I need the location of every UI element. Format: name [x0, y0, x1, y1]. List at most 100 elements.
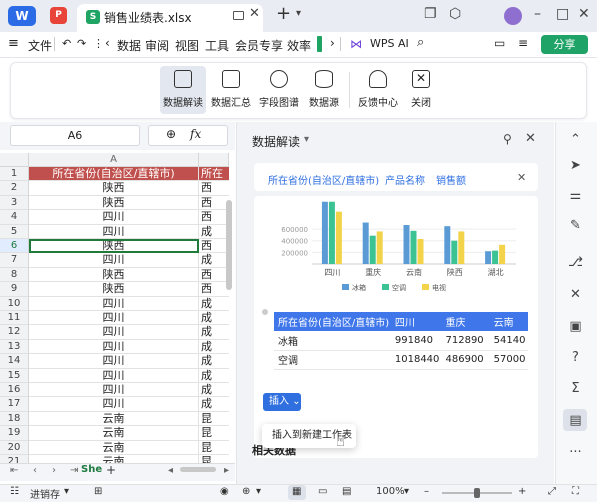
- eye-icon[interactable]: ◉: [220, 486, 229, 497]
- tools-icon[interactable]: ✕: [568, 287, 583, 302]
- prev-sheet-icon[interactable]: ‹: [33, 465, 37, 476]
- help-icon[interactable]: ?: [568, 350, 583, 365]
- zoom-in-icon[interactable]: +: [518, 486, 526, 497]
- table-cell[interactable]: 陕西: [29, 181, 199, 196]
- table-cell[interactable]: 昆: [199, 455, 229, 463]
- pdf-icon[interactable]: P: [50, 7, 67, 24]
- pin-icon[interactable]: ⚲: [503, 132, 512, 146]
- zoom-slider-thumb[interactable]: [474, 488, 480, 498]
- row-header[interactable]: 16: [0, 383, 29, 398]
- sum-icon[interactable]: Σ: [568, 381, 583, 396]
- row-header[interactable]: 17: [0, 397, 29, 412]
- table-cell[interactable]: 四川: [29, 296, 199, 311]
- table-cell[interactable]: 昆: [199, 441, 229, 455]
- chevron-down-icon[interactable]: ▾: [64, 486, 69, 497]
- close-tab-icon[interactable]: ✕: [249, 6, 260, 21]
- ai-icon[interactable]: ⋈: [350, 37, 362, 51]
- next-sheet-icon[interactable]: ›: [52, 465, 56, 476]
- fit-screen-icon[interactable]: ⤢: [548, 486, 556, 497]
- sheet-grid[interactable]: A 1 所在省份(自治区/直辖市) 所在 2 陕西西 3 陕西西 4 四川西 5 四川成 6 陕西西 7 四…: [0, 153, 235, 463]
- table-cell[interactable]: 四川: [29, 383, 199, 398]
- vertical-scrollbar[interactable]: [226, 200, 232, 290]
- chevron-down-icon[interactable]: ▾: [256, 486, 261, 497]
- table-cell[interactable]: 陕西: [29, 282, 199, 297]
- table-cell[interactable]: 四川: [29, 397, 199, 412]
- cube-icon[interactable]: ⬡: [449, 6, 461, 22]
- add-sheet-button[interactable]: +: [106, 463, 116, 477]
- table-cell[interactable]: 成: [199, 325, 229, 340]
- row-header[interactable]: 4: [0, 210, 29, 225]
- menu-file[interactable]: 文件: [28, 37, 52, 54]
- comment-icon[interactable]: ▭: [494, 36, 505, 50]
- table-cell[interactable]: 四川: [29, 311, 199, 326]
- table-cell[interactable]: 昆: [199, 426, 229, 441]
- ribbon-data-summary-button[interactable]: 数据汇总: [208, 66, 254, 114]
- bar-chart[interactable]: 600000 400000 200000 四川 重庆 云南 陕西 湖北冰箱 空调 电视: [254, 196, 538, 306]
- table-cell[interactable]: 成: [199, 311, 229, 326]
- table-cell[interactable]: 四川: [29, 368, 199, 383]
- sliders-icon[interactable]: ⚌: [568, 188, 583, 203]
- chevron-up-icon[interactable]: ⌃: [568, 132, 583, 147]
- table-cell[interactable]: 四川: [29, 253, 199, 268]
- fx-icon[interactable]: fx: [190, 127, 201, 141]
- field-province[interactable]: 所在省份(自治区/直辖市): [268, 172, 379, 187]
- zoom-level[interactable]: 100%: [376, 486, 405, 497]
- table-cell[interactable]: 云南: [29, 426, 199, 441]
- table-cell[interactable]: 西: [199, 210, 229, 225]
- row-header[interactable]: 1: [0, 167, 29, 182]
- menu-efficiency[interactable]: 效率: [287, 37, 311, 54]
- active-cell[interactable]: 陕西: [29, 239, 199, 254]
- row-header[interactable]: 13: [0, 339, 29, 355]
- row-header[interactable]: 15: [0, 368, 29, 383]
- close-window-icon[interactable]: ✕: [578, 6, 590, 22]
- close-panel-icon[interactable]: ✕: [525, 131, 536, 146]
- row-header[interactable]: 5: [0, 224, 29, 239]
- page-break-icon[interactable]: ▤: [342, 486, 351, 497]
- insert-button[interactable]: 插入 ⌄: [263, 393, 301, 411]
- format-icon[interactable]: ⎇: [568, 255, 583, 270]
- page-layout-icon[interactable]: ▭: [318, 486, 327, 497]
- column-header-b[interactable]: [199, 153, 229, 167]
- table-cell[interactable]: 四川: [29, 325, 199, 340]
- table-cell[interactable]: 成: [199, 369, 229, 383]
- panel-title-chevron-icon[interactable]: ▾: [304, 134, 309, 145]
- hscroll-right-icon[interactable]: ▸: [224, 465, 229, 476]
- column-header-a[interactable]: A: [29, 153, 199, 167]
- undo-icon[interactable]: ↶: [62, 37, 71, 50]
- ribbon-data-source-button[interactable]: 数据源: [301, 66, 347, 114]
- inventory-icon[interactable]: ☷: [10, 486, 19, 497]
- clear-fields-icon[interactable]: ✕: [517, 171, 526, 184]
- table-cell[interactable]: 云南: [29, 455, 199, 463]
- status-left-label[interactable]: 进销存: [30, 486, 60, 501]
- row-header[interactable]: 12: [0, 325, 29, 340]
- table-cell[interactable]: 四川: [29, 339, 199, 355]
- table-cell[interactable]: 成: [199, 397, 229, 412]
- image-icon[interactable]: ▣: [568, 319, 583, 334]
- row-header[interactable]: 3: [0, 195, 29, 211]
- menu-member[interactable]: 会员专享: [235, 37, 283, 54]
- row-header[interactable]: 10: [0, 296, 29, 311]
- table-cell[interactable]: 四川: [29, 354, 199, 369]
- cursor-icon[interactable]: ➤: [568, 158, 583, 173]
- chevron-right-icon[interactable]: ›: [330, 36, 335, 50]
- horizontal-scrollbar[interactable]: [180, 467, 216, 472]
- zoom-out-icon[interactable]: –: [424, 486, 429, 497]
- first-sheet-icon[interactable]: ⇤: [10, 465, 18, 476]
- table-cell[interactable]: 西: [199, 268, 229, 283]
- table-cell[interactable]: 西: [199, 181, 229, 196]
- table-cell[interactable]: 西: [199, 239, 229, 254]
- row-header[interactable]: 8: [0, 267, 29, 283]
- name-box[interactable]: A6: [10, 125, 140, 146]
- table-cell[interactable]: 四川: [29, 224, 199, 239]
- menu-data[interactable]: 数据: [117, 37, 141, 54]
- maximize-icon[interactable]: □: [556, 6, 569, 22]
- formula-input[interactable]: [148, 125, 228, 146]
- row-header[interactable]: 18: [0, 411, 29, 427]
- row-header[interactable]: 20: [0, 440, 29, 455]
- menu-review[interactable]: 审阅: [145, 37, 169, 54]
- more-tools-icon[interactable]: ···: [568, 445, 583, 460]
- hamburger-icon[interactable]: ≡: [8, 36, 19, 51]
- hscroll-left-icon[interactable]: ◂: [168, 465, 173, 476]
- ribbon-data-interpret-button[interactable]: 数据解读: [160, 66, 206, 114]
- table-cell[interactable]: 成: [199, 297, 229, 311]
